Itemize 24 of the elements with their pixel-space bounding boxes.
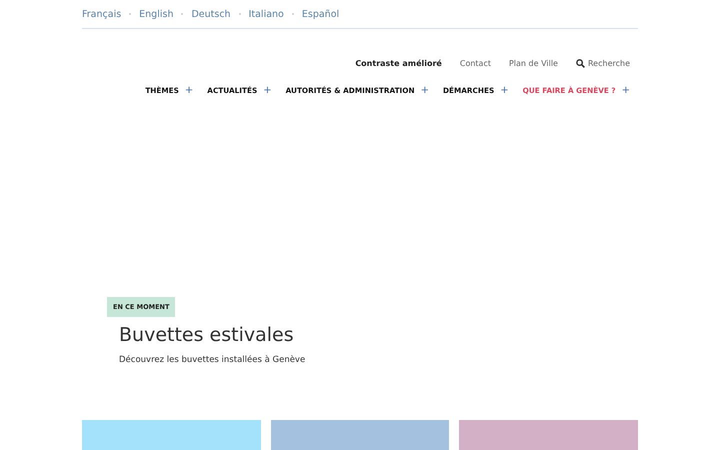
separator-dot bbox=[181, 13, 184, 15]
separator-dot bbox=[238, 13, 241, 15]
feature-title[interactable]: Buvettes estivales bbox=[119, 324, 294, 346]
contrast-link[interactable]: Contraste amélioré bbox=[355, 58, 442, 68]
color-tile[interactable] bbox=[270, 420, 450, 450]
language-link[interactable]: Italiano bbox=[248, 8, 284, 20]
separator-dot bbox=[129, 13, 132, 15]
language-link[interactable]: Deutsch bbox=[191, 8, 231, 20]
plus-icon: + bbox=[500, 85, 509, 96]
plus-icon: + bbox=[184, 85, 194, 96]
utility-link[interactable]: Plan de Ville bbox=[508, 58, 558, 68]
search-icon bbox=[576, 58, 585, 68]
feature-subtitle: Découvrez les buvettes installées à Genève bbox=[119, 355, 306, 365]
separator-dot bbox=[292, 13, 294, 15]
plus-icon: + bbox=[622, 85, 630, 96]
utility-link[interactable]: Contact bbox=[460, 58, 491, 68]
search-link[interactable]: Recherche bbox=[576, 58, 630, 68]
color-tile[interactable] bbox=[459, 420, 638, 450]
plus-icon: + bbox=[263, 85, 272, 96]
plus-icon: + bbox=[420, 85, 429, 96]
color-tile[interactable] bbox=[82, 420, 261, 450]
language-link[interactable]: English bbox=[139, 8, 174, 20]
language-link[interactable]: Español bbox=[302, 8, 340, 20]
language-link[interactable]: Français bbox=[82, 8, 122, 20]
